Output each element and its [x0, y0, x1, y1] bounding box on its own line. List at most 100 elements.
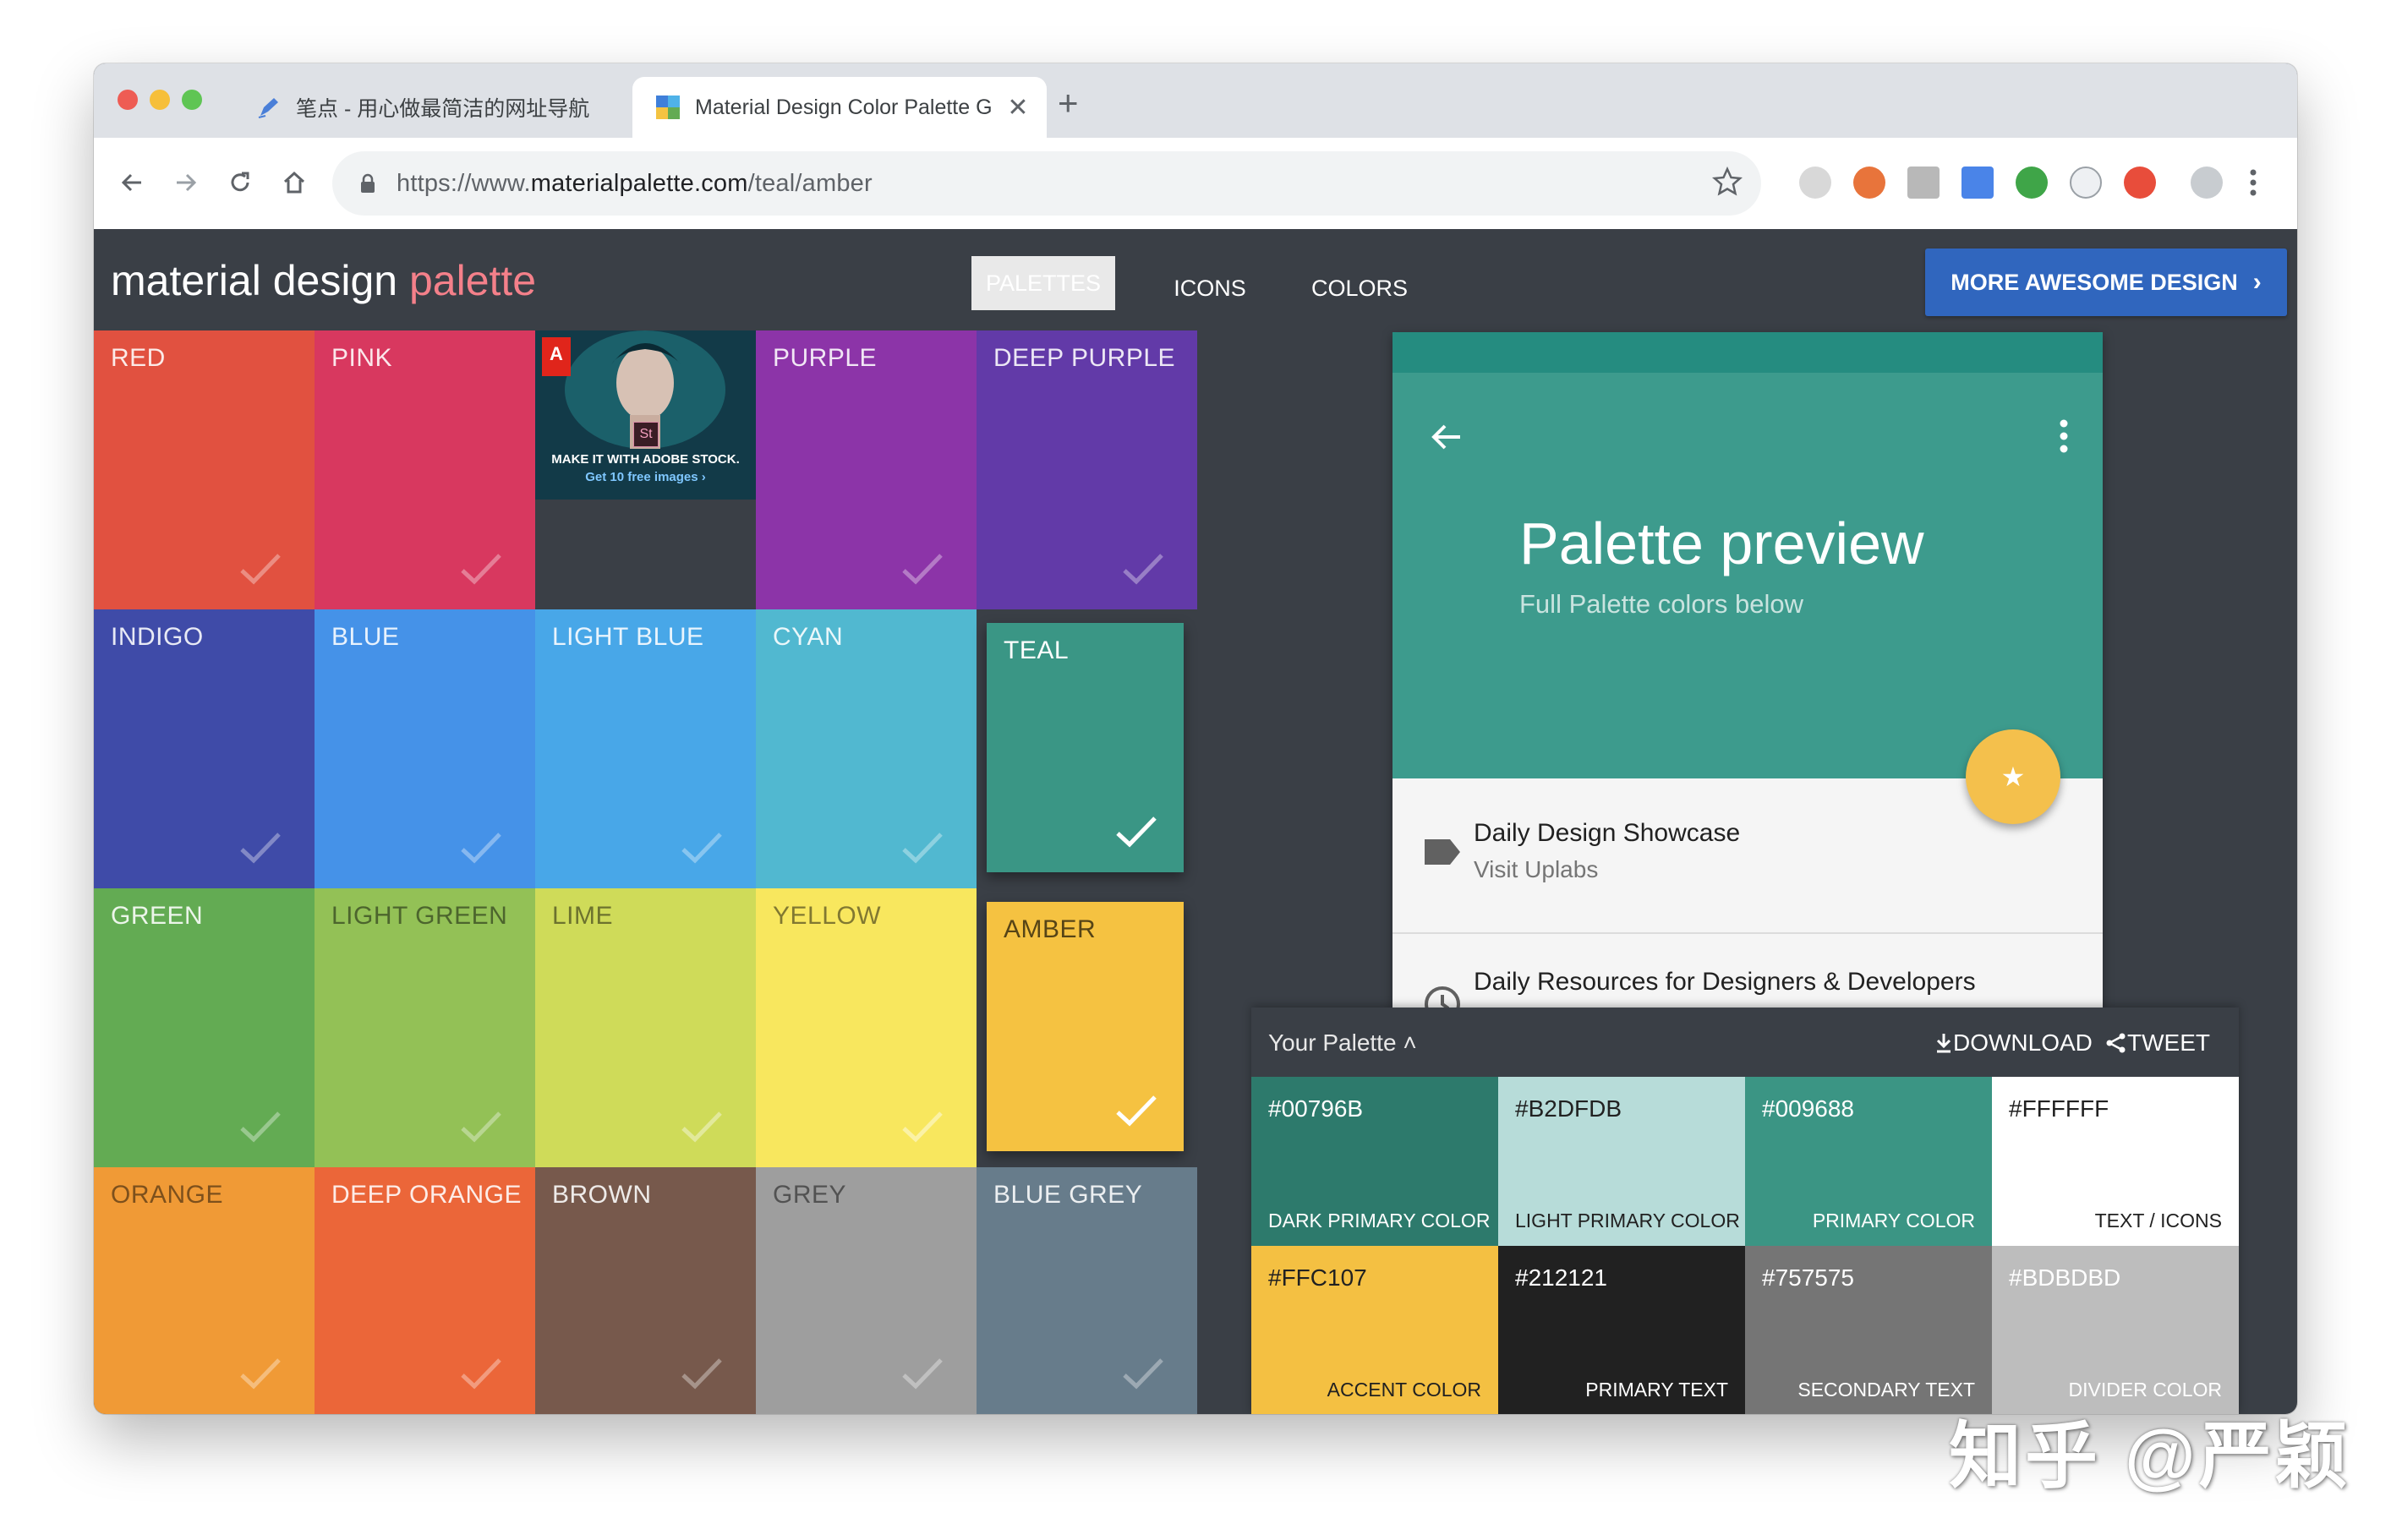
tab-title: 笔点 - 用心做最简洁的网址导航	[296, 97, 590, 121]
share-icon	[2106, 1033, 2126, 1053]
check-icon	[461, 1111, 501, 1143]
swatch-dark-primary[interactable]: #00796B DARK PRIMARY COLOR	[1251, 1077, 1498, 1246]
browser-window: 笔点 - 用心做最简洁的网址导航 ✕ Material Design Color…	[94, 63, 2297, 1414]
address-bar[interactable]: https://www.materialpalette.com/teal/amb…	[332, 151, 1761, 216]
translate-icon[interactable]	[1961, 167, 1994, 199]
color-tile-deep-purple[interactable]: DEEP PURPLE	[977, 330, 1197, 609]
arrow-left-icon[interactable]	[1428, 418, 1465, 456]
color-tile-blue[interactable]: BLUE	[315, 609, 535, 888]
swatch-accent[interactable]: #FFC107 ACCENT COLOR	[1251, 1246, 1498, 1414]
reload-button[interactable]	[221, 163, 260, 202]
json-icon[interactable]	[2070, 167, 2102, 199]
check-icon	[681, 1111, 722, 1143]
palette-header: Your Palette ˄ DOWNLOAD TWEET	[1251, 1008, 2239, 1077]
check-icon	[461, 554, 501, 585]
profile-avatar-icon[interactable]	[2191, 167, 2223, 199]
pen-icon	[258, 98, 278, 118]
color-tile-brown[interactable]: BROWN	[535, 1167, 756, 1414]
arrow-left-icon	[121, 173, 141, 192]
color-tile-lime[interactable]: LIME	[535, 888, 756, 1167]
extension-icon[interactable]	[1907, 167, 1940, 199]
color-tile-green[interactable]: GREEN	[94, 888, 315, 1167]
color-tile-light-blue[interactable]: LIGHT BLUE	[535, 609, 756, 888]
download-button[interactable]: DOWNLOAD	[1934, 1029, 2093, 1057]
site-header: material design palette PALETTES ICONS C…	[94, 229, 2297, 330]
check-icon	[461, 1358, 501, 1390]
check-icon	[240, 833, 281, 864]
close-tab-icon[interactable]: ✕	[1001, 93, 1035, 123]
swatch-text-icons[interactable]: #FFFFFF TEXT / ICONS	[1992, 1077, 2239, 1246]
back-button[interactable]	[112, 163, 151, 202]
check-icon	[240, 1358, 281, 1390]
check-icon	[681, 1358, 722, 1390]
swatch-secondary-text[interactable]: #757575 SECONDARY TEXT	[1745, 1246, 1992, 1414]
new-tab-icon[interactable]: +	[1058, 85, 1079, 121]
more-vert-icon[interactable]	[2059, 417, 2069, 456]
palette-favicon-icon	[656, 96, 680, 119]
preview-status-bar	[1392, 332, 2103, 373]
nav-colors[interactable]: COLORS	[1305, 263, 1414, 314]
color-tile-orange[interactable]: ORANGE	[94, 1167, 315, 1414]
arrow-right-icon	[177, 173, 197, 192]
color-tile-yellow[interactable]: YELLOW	[756, 888, 977, 1167]
color-tile-cyan[interactable]: CYAN	[756, 609, 977, 888]
color-tile-deep-orange[interactable]: DEEP ORANGE	[315, 1167, 535, 1414]
url-text: https://www.materialpalette.com/teal/amb…	[397, 169, 873, 197]
menu-kebab-icon[interactable]	[2248, 167, 2258, 199]
check-icon	[902, 833, 943, 864]
more-awesome-design-button[interactable]: MORE AWESOME DESIGN ›	[1925, 248, 2287, 316]
extension-icon[interactable]	[2124, 167, 2156, 199]
color-tile-purple[interactable]: PURPLE	[756, 330, 977, 609]
your-palette-panel: Your Palette ˄ DOWNLOAD TWEET #00796B DAR…	[1251, 1008, 2239, 1414]
check-icon	[461, 833, 501, 864]
maximize-window-button[interactable]	[182, 90, 202, 110]
color-tile-blue-grey[interactable]: BLUE GREY	[977, 1167, 1197, 1414]
check-icon	[902, 1358, 943, 1390]
swatch-primary[interactable]: #009688 PRIMARY COLOR	[1745, 1077, 1992, 1246]
extension-icon[interactable]	[1799, 167, 1831, 199]
color-tile-red[interactable]: RED	[94, 330, 315, 609]
site-logo[interactable]: material design palette	[111, 256, 536, 305]
clock-icon	[1425, 986, 1460, 1008]
color-tile-teal-selected[interactable]: TEAL	[987, 623, 1184, 872]
home-button[interactable]	[275, 163, 314, 202]
color-grid: RED PINK A St MAKE IT WITH ADOBE STOCK. …	[94, 330, 1197, 1414]
color-tile-pink[interactable]: PINK	[315, 330, 535, 609]
list-item[interactable]: Daily Design Showcase Visit Uplabs	[1392, 778, 2103, 922]
watermark-text: 知乎 @严颖	[1949, 1416, 2351, 1497]
swatch-divider[interactable]: #BDBDBD DIVIDER COLOR	[1992, 1246, 2239, 1414]
preview-app-bar: Palette preview Full Palette colors belo…	[1392, 373, 2103, 778]
forward-button[interactable]	[167, 163, 205, 202]
chevron-right-icon: ›	[2252, 268, 2262, 296]
swatch-primary-text[interactable]: #212121 PRIMARY TEXT	[1498, 1246, 1745, 1414]
color-tile-amber-selected[interactable]: AMBER	[987, 902, 1184, 1151]
color-tile-grey[interactable]: GREY	[756, 1167, 977, 1414]
check-icon	[240, 1111, 281, 1143]
nav-palettes[interactable]: PALETTES	[971, 256, 1115, 310]
color-tile-light-green[interactable]: LIGHT GREEN	[315, 888, 535, 1167]
download-icon	[1936, 1034, 1951, 1053]
palette-toggle[interactable]: Your Palette ˄	[1268, 1029, 1417, 1057]
check-icon	[1116, 1095, 1157, 1127]
color-tile-indigo[interactable]: INDIGO	[94, 609, 315, 888]
home-icon	[283, 171, 305, 194]
check-icon	[1123, 1358, 1163, 1390]
nav-icons[interactable]: ICONS	[1159, 263, 1261, 314]
tab-active[interactable]: Material Design Color Palette G ✕	[632, 77, 1047, 138]
adobe-stock-ad[interactable]: A St MAKE IT WITH ADOBE STOCK. Get 10 fr…	[535, 330, 756, 500]
ad-cta[interactable]: Get 10 free images ›	[535, 470, 756, 484]
adobe-logo-icon: A	[542, 337, 571, 376]
evernote-icon[interactable]	[2016, 167, 2048, 199]
tweet-button[interactable]: TWEET	[2105, 1029, 2210, 1057]
list-item[interactable]: Daily Resources for Designers & Develope…	[1392, 934, 2103, 1008]
preview-title: Palette preview	[1519, 511, 1924, 576]
reload-icon	[231, 172, 249, 192]
close-window-button[interactable]	[118, 90, 138, 110]
stock-badge: St	[633, 422, 659, 447]
palette-preview-card: Palette preview Full Palette colors belo…	[1392, 332, 2103, 1008]
extension-icon[interactable]	[1853, 167, 1885, 199]
lock-icon	[351, 173, 385, 194]
swatch-light-primary[interactable]: #B2DFDB LIGHT PRIMARY COLOR	[1498, 1077, 1745, 1246]
bookmark-star-icon[interactable]	[1711, 166, 1743, 201]
minimize-window-button[interactable]	[150, 90, 170, 110]
